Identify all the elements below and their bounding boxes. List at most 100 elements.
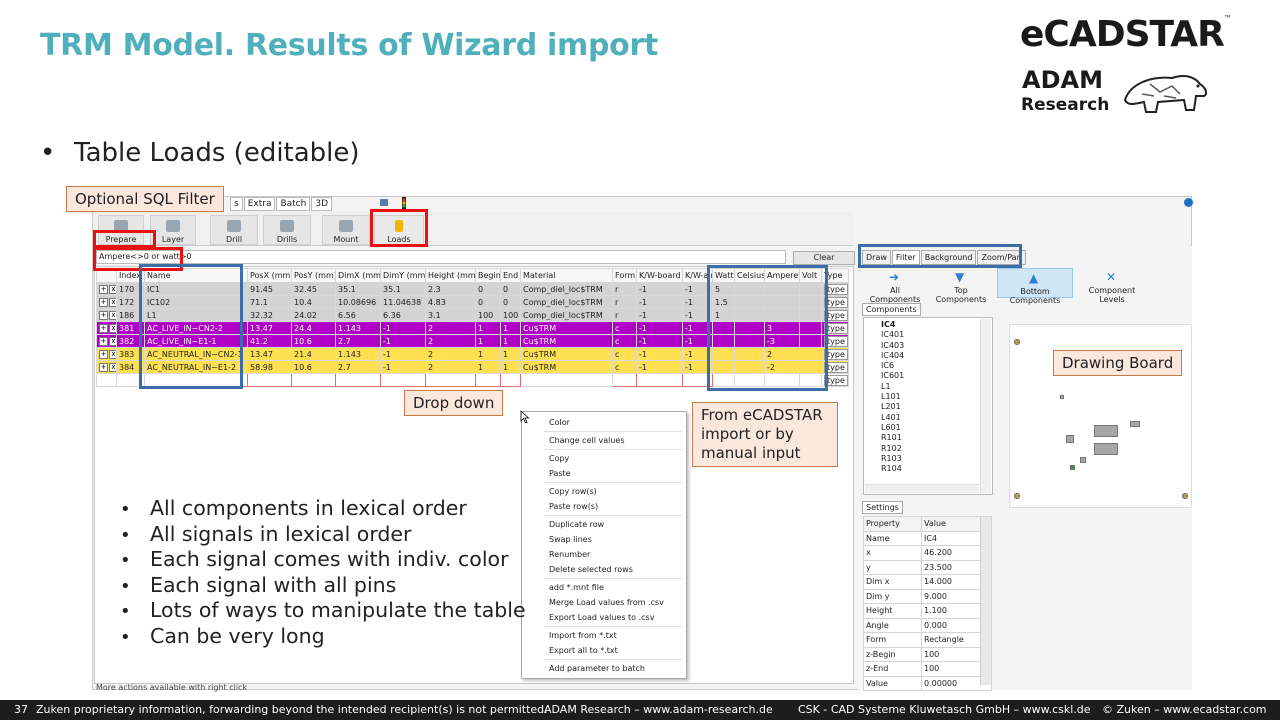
cell-height[interactable]: 2 (425, 334, 476, 348)
add-row-button[interactable]: + (99, 285, 108, 294)
context-menu-item[interactable]: Renumber (549, 550, 590, 559)
delete-row-button[interactable]: x (109, 337, 116, 346)
components-tab[interactable]: Components (862, 303, 921, 316)
cell-posy[interactable]: 10.6 (291, 360, 336, 374)
cell-posy[interactable]: 24.02 (291, 308, 336, 322)
cell-posy[interactable]: 10.4 (291, 295, 336, 309)
cell-material[interactable]: Comp_diel_loc$TRM (520, 282, 613, 296)
cell-kwb[interactable]: -1 (636, 295, 683, 309)
bottom-components-button[interactable]: ▲ Bottom Components (997, 268, 1073, 305)
component-list-item[interactable]: R101 (881, 433, 992, 443)
delete-row-button[interactable]: x (109, 324, 116, 333)
new-row-cell[interactable] (520, 373, 613, 387)
cell-form[interactable]: r (612, 282, 637, 296)
cell-form[interactable]: c (612, 360, 637, 374)
cell-end[interactable]: 100 (500, 308, 521, 322)
component-list-item[interactable]: L401 (881, 413, 992, 423)
cell-kwb[interactable]: -1 (636, 347, 683, 361)
cell-dimx[interactable]: 2.7 (335, 334, 381, 348)
column-header[interactable]: PosX (mm) (247, 268, 292, 283)
delete-row-button[interactable]: x (109, 350, 116, 359)
cell-end[interactable]: 1 (500, 360, 521, 374)
context-menu-item[interactable]: Color (549, 418, 570, 427)
cell-dimy[interactable]: -1 (380, 347, 426, 361)
cell-height[interactable]: 2 (425, 347, 476, 361)
cell-kwb[interactable]: -1 (636, 308, 683, 322)
cell-form[interactable]: c (612, 334, 637, 348)
context-menu-item[interactable]: add *.mnt file (549, 583, 604, 592)
mount-button[interactable]: Mount (322, 215, 370, 245)
cell-dimx[interactable]: 1.143 (335, 347, 381, 361)
cell-posx[interactable]: 41.2 (247, 334, 292, 348)
cell-posx[interactable]: 58.98 (247, 360, 292, 374)
cell-height[interactable]: 2 (425, 360, 476, 374)
cell-form[interactable]: c (612, 347, 637, 361)
context-menu-item[interactable]: Delete selected rows (549, 565, 633, 574)
context-menu-item[interactable]: Paste (549, 469, 571, 478)
cell-kwb[interactable]: -1 (636, 321, 683, 335)
context-menu-item[interactable]: Export all to *.txt (549, 646, 618, 655)
component-list-item[interactable]: R104 (881, 464, 992, 474)
add-row-button[interactable]: + (99, 311, 108, 320)
component-list-item[interactable]: L601 (881, 423, 992, 433)
component-list-item[interactable]: IC4 (881, 320, 992, 330)
new-row-cell[interactable] (96, 373, 117, 387)
cell-material[interactable]: Cu$TRM (520, 321, 613, 335)
context-menu-item[interactable]: Copy row(s) (549, 487, 597, 496)
cell-material[interactable]: Cu$TRM (520, 347, 613, 361)
component-list-item[interactable]: IC401 (881, 330, 992, 340)
cell-posx[interactable]: 13.47 (247, 321, 292, 335)
menu-tab-batch[interactable]: Batch (276, 197, 311, 211)
all-components-button[interactable]: ➜ All Components (864, 268, 926, 304)
cell-kwb[interactable]: -1 (636, 360, 683, 374)
context-menu-item[interactable]: Export Load values to .csv (549, 613, 654, 622)
cell-dimy[interactable]: -1 (380, 321, 426, 335)
top-components-button[interactable]: ▼ Top Components (929, 268, 993, 304)
column-header[interactable]: Begin (475, 268, 501, 283)
context-menu-item[interactable]: Paste row(s) (549, 502, 598, 511)
column-header[interactable]: Form (612, 268, 637, 283)
new-row-cell[interactable] (380, 373, 426, 387)
cell-posx[interactable]: 71.1 (247, 295, 292, 309)
component-list-item[interactable]: IC404 (881, 351, 992, 361)
column-header[interactable]: K/W-board (636, 268, 683, 283)
menu-tab-3d[interactable]: 3D (311, 197, 332, 211)
add-row-button[interactable]: + (99, 337, 108, 346)
component-list-item[interactable]: L1 (881, 382, 992, 392)
component-list-item[interactable]: IC601 (881, 371, 992, 381)
cell-height[interactable]: 2 (425, 321, 476, 335)
cell-dimx[interactable]: 35.1 (335, 282, 381, 296)
cell-dimy[interactable]: 35.1 (380, 282, 426, 296)
cell-kwb[interactable]: -1 (636, 282, 683, 296)
menu-tab-extra[interactable]: Extra (243, 197, 276, 211)
new-row-cell[interactable] (612, 373, 637, 387)
cell-material[interactable]: Cu$TRM (520, 334, 613, 348)
column-header[interactable]: DimX (mm) (335, 268, 381, 283)
cell-height[interactable]: 2.3 (425, 282, 476, 296)
cell-begin[interactable]: 1 (475, 360, 501, 374)
cell-end[interactable]: 0 (500, 282, 521, 296)
component-list-item[interactable]: R102 (881, 444, 992, 454)
cell-dimy[interactable]: -1 (380, 360, 426, 374)
cell-material[interactable]: Cu$TRM (520, 360, 613, 374)
new-row-cell[interactable] (425, 373, 476, 387)
cell-form[interactable]: r (612, 308, 637, 322)
cell-posx[interactable]: 32.32 (247, 308, 292, 322)
new-row-cell[interactable] (475, 373, 501, 387)
column-header[interactable]: Material (520, 268, 613, 283)
cell-begin[interactable]: 0 (475, 295, 501, 309)
menu-tab-partial[interactable]: s (230, 197, 243, 211)
new-row-cell[interactable] (247, 373, 292, 387)
drill-button[interactable]: Drill (210, 215, 258, 245)
cell-end[interactable]: 1 (500, 334, 521, 348)
context-menu-item[interactable]: Add parameter to batch (549, 664, 645, 673)
add-row-button[interactable]: + (99, 324, 108, 333)
delete-row-button[interactable]: x (109, 285, 116, 294)
cell-end[interactable]: 1 (500, 347, 521, 361)
component-list-item[interactable]: L201 (881, 402, 992, 412)
component-list-item[interactable]: IC6 (881, 361, 992, 371)
cell-posx[interactable]: 13.47 (247, 347, 292, 361)
settings-scrollbar[interactable] (980, 517, 991, 685)
delete-row-button[interactable]: x (109, 298, 116, 307)
clear-button[interactable]: Clear (793, 251, 855, 265)
